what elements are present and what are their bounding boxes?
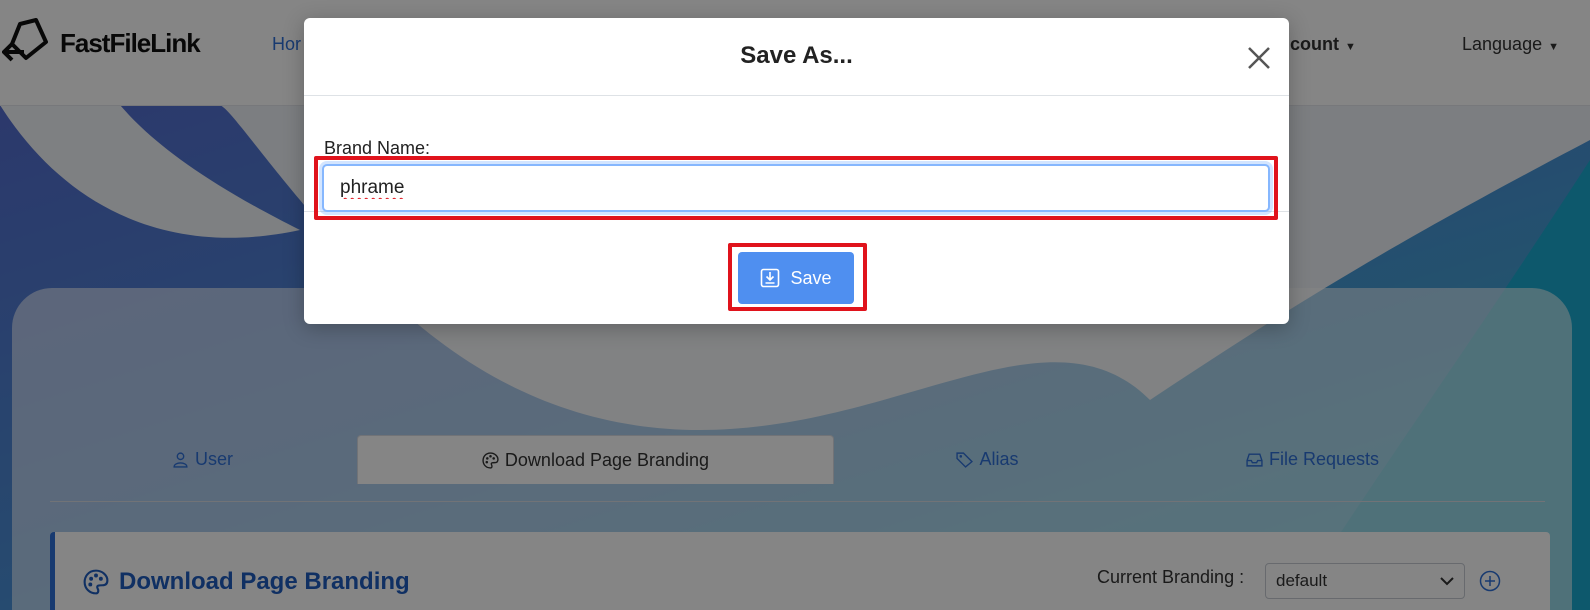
dialog-title: Save As... bbox=[740, 42, 853, 69]
close-icon[interactable] bbox=[1244, 43, 1274, 73]
save-button-label: Save bbox=[790, 267, 832, 288]
dialog-header: Save As... bbox=[304, 18, 1289, 96]
download-save-icon bbox=[761, 268, 780, 288]
dialog-body: Brand Name: bbox=[304, 96, 1289, 220]
save-button[interactable]: Save bbox=[738, 252, 854, 304]
save-as-dialog: Save As... Brand Name: Save bbox=[304, 18, 1289, 324]
brand-name-input[interactable] bbox=[322, 164, 1270, 212]
